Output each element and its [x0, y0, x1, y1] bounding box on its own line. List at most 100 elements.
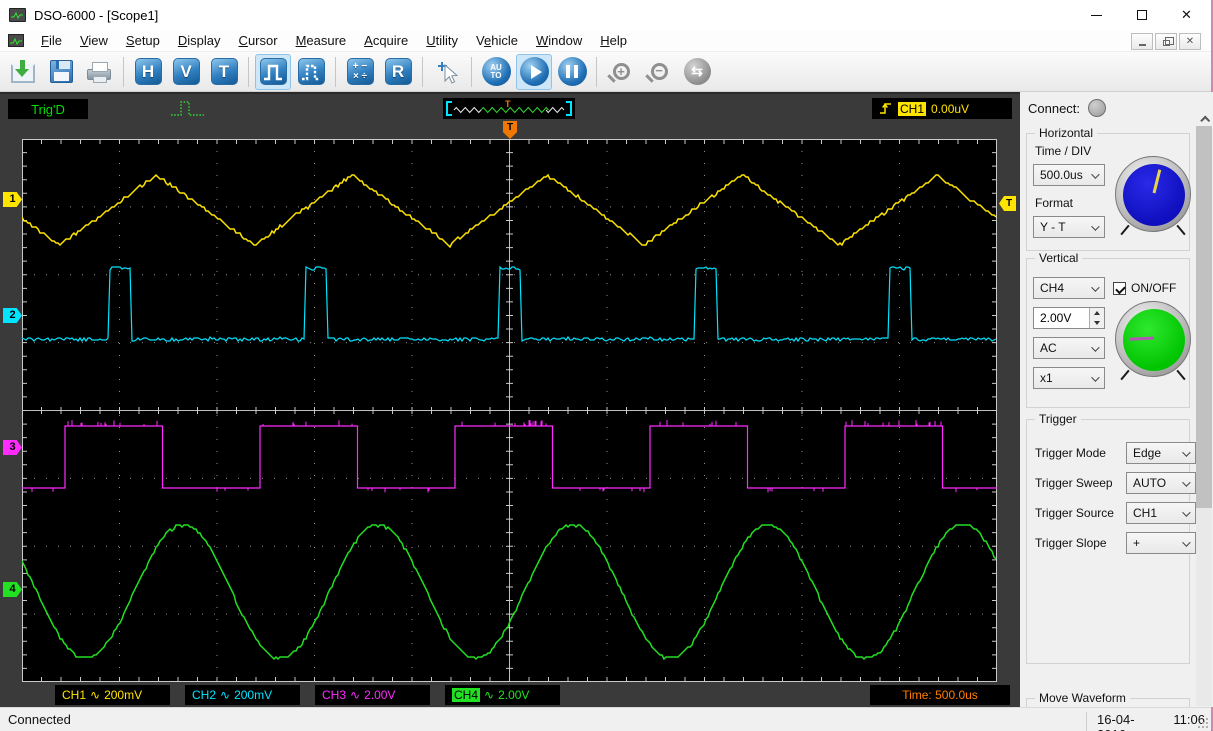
channel-1-marker[interactable]: 1: [3, 192, 22, 207]
channel-4-marker[interactable]: 4: [3, 582, 22, 597]
channel-2-marker[interactable]: 2: [3, 308, 22, 323]
menu-item-utility[interactable]: Utility: [417, 30, 467, 51]
spin-down-button[interactable]: [1090, 318, 1104, 328]
volts-div-spinner[interactable]: 2.00V: [1033, 307, 1105, 329]
minimize-button[interactable]: [1074, 0, 1119, 30]
channel-select[interactable]: CH4: [1033, 277, 1105, 299]
connect-label: Connect:: [1028, 101, 1080, 116]
mdi-restore-icon: [1163, 40, 1170, 46]
trigger-level-marker[interactable]: T: [999, 196, 1016, 211]
time-div-select[interactable]: 500.0us: [1033, 164, 1105, 186]
ac-coupling-icon: ∿: [220, 688, 230, 702]
chevron-down-icon: [1091, 170, 1099, 178]
scrollbar-thumb[interactable]: [1196, 126, 1212, 508]
menu-item-vehicle[interactable]: Vehicle: [467, 30, 527, 51]
window-title: DSO-6000 - [Scope1]: [34, 8, 158, 23]
chevron-down-icon: [1091, 222, 1099, 230]
vertical-group-title: Vertical: [1035, 251, 1082, 265]
reference-button[interactable]: R: [380, 54, 416, 90]
chevron-down-icon: [1182, 478, 1190, 486]
mdi-minimize-button[interactable]: [1131, 33, 1153, 50]
menu-item-measure[interactable]: Measure: [287, 30, 356, 51]
trigger-panel-button[interactable]: T: [206, 54, 242, 90]
trigger-source-select[interactable]: CH1: [1126, 502, 1196, 524]
menu-item-file[interactable]: File: [32, 30, 71, 51]
toolbar-separator: [335, 57, 336, 87]
coupling-select[interactable]: AC: [1033, 337, 1105, 359]
waveform-position-preview[interactable]: T: [443, 98, 575, 119]
spin-up-button[interactable]: [1090, 308, 1104, 318]
channel-readout-ch1: CH1∿200mV: [55, 685, 170, 705]
channel-3-marker[interactable]: 3: [3, 440, 22, 455]
menu-item-help[interactable]: Help: [591, 30, 636, 51]
channel-label: CH1: [62, 688, 86, 702]
menu-item-cursor[interactable]: Cursor: [230, 30, 287, 51]
minimize-icon: [1091, 15, 1102, 16]
vertical-knob[interactable]: [1115, 301, 1191, 377]
letter-icon: H: [135, 58, 162, 85]
toolbar-separator: [596, 57, 597, 87]
trigger-mode-value: Edge: [1133, 446, 1161, 460]
play-icon: [520, 57, 549, 86]
menu-item-view[interactable]: View: [71, 30, 117, 51]
horizontal-panel-button[interactable]: H: [130, 54, 166, 90]
trigger-group-title: Trigger: [1035, 412, 1081, 426]
trigger-slope-select[interactable]: +: [1126, 532, 1196, 554]
open-button[interactable]: [5, 54, 41, 90]
horizontal-position-marker[interactable]: T: [503, 121, 517, 139]
menu-item-display[interactable]: Display: [169, 30, 230, 51]
channel-onoff[interactable]: ON/OFF: [1113, 281, 1176, 295]
horizontal-knob[interactable]: [1115, 156, 1191, 232]
zoom-out-button[interactable]: [641, 54, 677, 90]
graticule[interactable]: [22, 139, 997, 682]
math-icon: + −× ÷: [347, 58, 374, 85]
probe-select[interactable]: x1: [1033, 367, 1105, 389]
pause-button[interactable]: [554, 54, 590, 90]
resize-grip[interactable]: [1206, 726, 1208, 728]
menu-item-acquire[interactable]: Acquire: [355, 30, 417, 51]
trigger-slope-value: +: [1133, 536, 1140, 550]
menu-item-window[interactable]: Window: [527, 30, 591, 51]
trigger-sweep-select[interactable]: AUTO: [1126, 472, 1196, 494]
trigger-source-badge: CH1: [898, 102, 926, 116]
save-button[interactable]: [43, 54, 79, 90]
close-button[interactable]: ✕: [1164, 0, 1209, 30]
scroll-up-button[interactable]: [1196, 110, 1212, 126]
menu-item-setup[interactable]: Setup: [117, 30, 169, 51]
move-waveform-group: Move Waveform: [1026, 698, 1190, 707]
letter-icon: T: [211, 58, 238, 85]
onoff-checkbox[interactable]: [1113, 282, 1126, 295]
mdi-close-button[interactable]: ✕: [1179, 33, 1201, 50]
menu-items: FileViewSetupDisplayCursorMeasureAcquire…: [32, 30, 636, 51]
pulse-icon: [260, 58, 287, 85]
channel-readout-ch4: CH4∿2.00V: [445, 685, 560, 705]
chevron-down-icon: [1182, 508, 1190, 516]
chevron-down-icon: [1182, 538, 1190, 546]
toolbar-separator: [471, 57, 472, 87]
autoset-button[interactable]: AUTO: [478, 54, 514, 90]
trigger-mode-select[interactable]: Edge: [1126, 442, 1196, 464]
control-panel: Connect: Horizontal Time / DIV 500.0us F…: [1020, 92, 1213, 707]
refresh-button[interactable]: ⇆: [679, 54, 715, 90]
print-button[interactable]: [81, 54, 117, 90]
connect-indicator-button[interactable]: [1088, 99, 1106, 117]
cursor-measure-button[interactable]: [429, 54, 465, 90]
mdi-restore-button[interactable]: [1155, 33, 1177, 50]
ac-coupling-icon: ∿: [350, 688, 360, 702]
format-select[interactable]: Y - T: [1033, 216, 1105, 238]
waveform-capture-button[interactable]: [255, 54, 291, 90]
scope-window-icon[interactable]: [8, 34, 24, 47]
run-button[interactable]: [516, 54, 552, 90]
trigger-row-trigger-mode: Trigger ModeEdge: [1035, 442, 1185, 464]
math-button[interactable]: + −× ÷: [342, 54, 378, 90]
maximize-button[interactable]: [1119, 0, 1164, 30]
panel-scrollbar[interactable]: [1196, 110, 1212, 706]
autoset-icon: AUTO: [482, 57, 511, 86]
vertical-panel-button[interactable]: V: [168, 54, 204, 90]
waveform-record-button[interactable]: [293, 54, 329, 90]
cursor-measure-icon: [433, 58, 461, 86]
trigger-row-trigger-sweep: Trigger SweepAUTO: [1035, 472, 1185, 494]
zoom-in-button[interactable]: [603, 54, 639, 90]
mdi-minimize-icon: [1139, 44, 1146, 46]
ac-coupling-icon: ∿: [90, 688, 100, 702]
